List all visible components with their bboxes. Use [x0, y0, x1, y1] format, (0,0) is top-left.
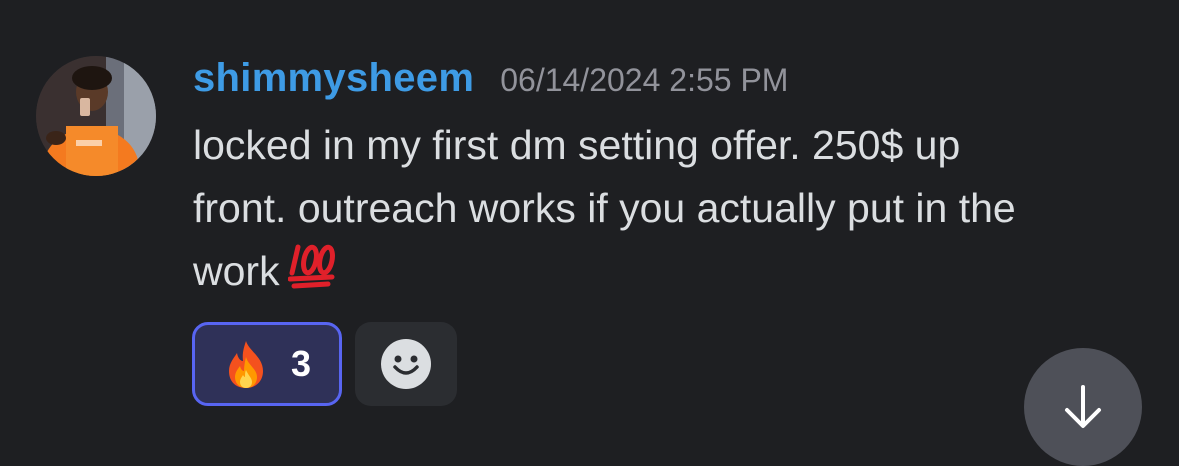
hundred-points-emoji — [287, 243, 338, 307]
avatar-photo — [36, 56, 156, 176]
arrow-down-icon — [1065, 385, 1101, 428]
message-line: locked in my first dm setting offer. 250… — [193, 122, 961, 168]
message-content: locked in my first dm setting offer. 250… — [193, 114, 1153, 307]
reaction-count: 3 — [290, 343, 312, 384]
message-line-last: work — [193, 240, 1153, 307]
chat-message[interactable]: shimmysheem 06/14/2024 2:55 PM locked in… — [0, 0, 1179, 466]
message-timestamp: 06/14/2024 2:55 PM — [500, 62, 789, 98]
message-line: front. outreach works if you actually pu… — [193, 185, 1016, 231]
fire-emoji — [223, 339, 269, 389]
jump-to-bottom-button[interactable] — [1024, 348, 1142, 466]
reactions-bar: 3 — [192, 322, 457, 406]
reaction-fire[interactable]: 3 — [192, 322, 342, 406]
smiley-icon — [381, 339, 431, 389]
message-header: shimmysheem 06/14/2024 2:55 PM — [193, 56, 788, 106]
avatar[interactable] — [36, 56, 156, 176]
message-line: work — [193, 248, 280, 294]
add-reaction-button[interactable] — [355, 322, 457, 406]
username[interactable]: shimmysheem — [193, 56, 474, 101]
